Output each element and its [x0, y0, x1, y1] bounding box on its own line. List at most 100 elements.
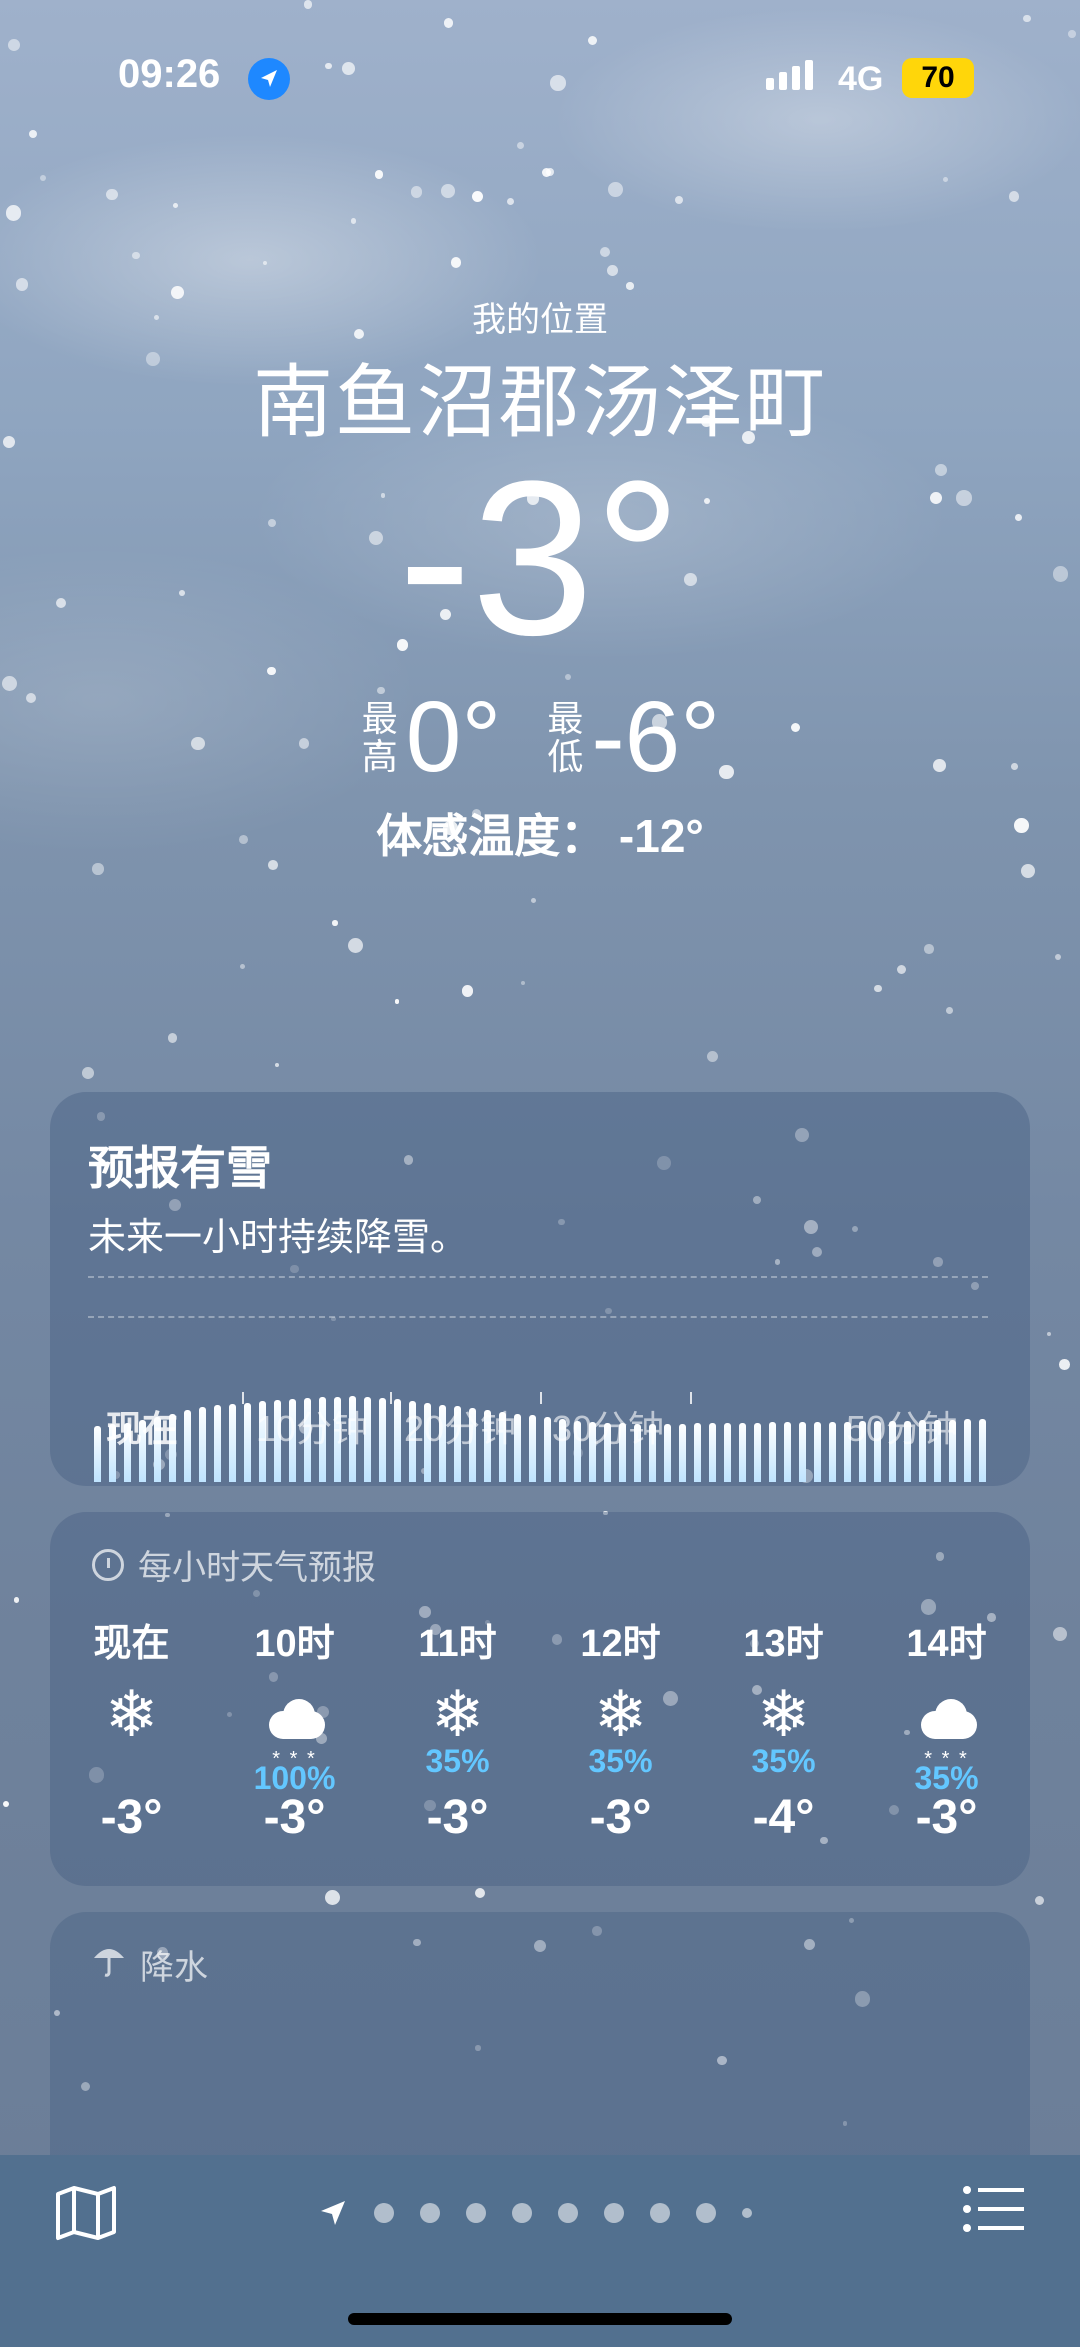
home-indicator[interactable] [348, 2313, 732, 2325]
list-icon[interactable] [962, 2184, 1026, 2234]
precip-bar [814, 1422, 821, 1482]
precipitation-header: 降水 [92, 1940, 208, 1989]
hourly-list[interactable]: 现在 ❄ -3° 10时 * * * 100% -3° 11时 ❄ 35% -3° 12时 ❄ 35% -3… [50, 1612, 1030, 1852]
precip-bar [544, 1417, 551, 1482]
hourly-time: 13时 [743, 1623, 824, 1665]
cloud-snow-icon: * * * [213, 1679, 376, 1769]
precip-bar [94, 1426, 101, 1482]
hourly-temp: -3° [100, 1791, 163, 1844]
cellular-signal-icon [766, 60, 813, 90]
precip-bar [529, 1415, 536, 1482]
precip-bar [199, 1407, 206, 1482]
precip-bar [679, 1424, 686, 1482]
precip-bar [964, 1419, 971, 1482]
network-type: 4G [838, 60, 884, 98]
hourly-header-label: 每小时天气预报 [138, 1549, 376, 1587]
hourly-time: 11时 [418, 1623, 497, 1665]
snowflake-icon: ❄ [430, 1678, 485, 1750]
page-indicator[interactable] [318, 2198, 752, 2228]
map-icon[interactable] [54, 2184, 118, 2242]
hourly-temp: -3° [915, 1791, 978, 1844]
high-label: 最高 [361, 697, 398, 777]
snowflake-icon: ❄ [104, 1678, 159, 1750]
current-location-arrow-icon[interactable] [318, 2198, 348, 2228]
precip-bar [709, 1423, 716, 1482]
umbrella-icon [92, 1942, 126, 1987]
cloud-snow-icon: * * * [865, 1679, 1028, 1769]
hourly-item: 12时 ❄ 35% -3° [539, 1612, 702, 1852]
precip-probability: 35% [425, 1743, 490, 1779]
page-dot[interactable] [374, 2203, 394, 2223]
page-dot[interactable] [466, 2203, 486, 2223]
hourly-item: 13时 ❄ 35% -4° [702, 1612, 865, 1852]
hourly-item: 14时 * * * 35% -3° [865, 1612, 1028, 1852]
precip-bar [184, 1410, 191, 1482]
axis-label-30min: 30分钟 [552, 1408, 665, 1449]
low-temp: -6° [591, 681, 721, 793]
axis-tick [540, 1392, 542, 1404]
location-services-icon [248, 58, 290, 100]
precip-bar [799, 1422, 806, 1482]
hourly-temp: -3° [589, 1791, 652, 1844]
hourly-item: 10时 * * * 100% -3° [213, 1612, 376, 1852]
snowflake-icon: ❄ [756, 1678, 811, 1750]
precip-bar [784, 1422, 791, 1482]
precip-probability: 35% [751, 1743, 816, 1779]
hourly-time: 12时 [580, 1623, 661, 1665]
precip-bar [769, 1422, 776, 1482]
my-location-label: 我的位置 [472, 301, 608, 339]
hourly-temp: -3° [426, 1791, 489, 1844]
low-label: 最低 [547, 697, 584, 777]
hourly-temp: -3° [263, 1791, 326, 1844]
precip-card-subtitle: 未来一小时持续降雪。 [88, 1217, 469, 1259]
battery-indicator: 70 [902, 58, 974, 98]
precip-intensity-chart [94, 1292, 994, 1482]
precip-bar [214, 1405, 221, 1482]
precip-bar [739, 1423, 746, 1482]
page-dot[interactable] [420, 2203, 440, 2223]
precip-bar [694, 1423, 701, 1482]
axis-label-20min: 20分钟 [404, 1408, 517, 1449]
chart-gridline [88, 1276, 988, 1278]
precip-bar [664, 1424, 671, 1482]
axis-tick [690, 1392, 692, 1404]
page-dot[interactable] [512, 2203, 532, 2223]
hourly-header: 每小时天气预报 [92, 1540, 376, 1589]
high-low: 最高 0° 最低 -6° [0, 680, 1080, 795]
current-temperature: -3° [398, 435, 682, 681]
status-time: 09:26 [118, 52, 221, 96]
page-dot[interactable] [742, 2208, 752, 2218]
hourly-item: 现在 ❄ -3° [50, 1612, 213, 1852]
axis-tick [390, 1392, 392, 1404]
hourly-forecast-card[interactable]: 每小时天气预报 现在 ❄ -3° 10时 * * * 100% -3° 11时 ❄ 35% -3° 1… [50, 1512, 1030, 1886]
page-dot[interactable] [696, 2203, 716, 2223]
hourly-time: 14时 [906, 1623, 987, 1665]
snowflake-icon: ❄ [593, 1678, 648, 1750]
precip-bar [724, 1423, 731, 1482]
precipitation-header-label: 降水 [140, 1949, 208, 1987]
precip-bar [754, 1423, 761, 1482]
axis-tick [242, 1392, 244, 1404]
hourly-item: 11时 ❄ 35% -3° [376, 1612, 539, 1852]
precip-bar [379, 1398, 386, 1482]
hourly-time: 现在 [93, 1623, 170, 1665]
page-dot[interactable] [604, 2203, 624, 2223]
axis-label-50min: 50分钟 [846, 1408, 959, 1449]
precip-bar [244, 1403, 251, 1482]
page-dot[interactable] [650, 2203, 670, 2223]
precip-bar [229, 1404, 236, 1482]
precip-probability: 35% [588, 1743, 653, 1779]
axis-label-10min: 10分钟 [256, 1408, 369, 1449]
high-temp: 0° [405, 681, 502, 793]
precip-card-title: 预报有雪 [88, 1142, 272, 1194]
precip-bar [829, 1422, 836, 1482]
hourly-temp: -4° [752, 1791, 815, 1844]
precip-bar [979, 1419, 986, 1482]
axis-label-now: 现在 [106, 1408, 179, 1449]
feels-like: 体感温度： -12° [376, 810, 704, 862]
clock-icon [92, 1548, 124, 1581]
precipitation-card[interactable]: 降水 [50, 1912, 1030, 2172]
page-dot[interactable] [558, 2203, 578, 2223]
precip-bar [394, 1399, 401, 1482]
hourly-time: 10时 [254, 1623, 335, 1665]
